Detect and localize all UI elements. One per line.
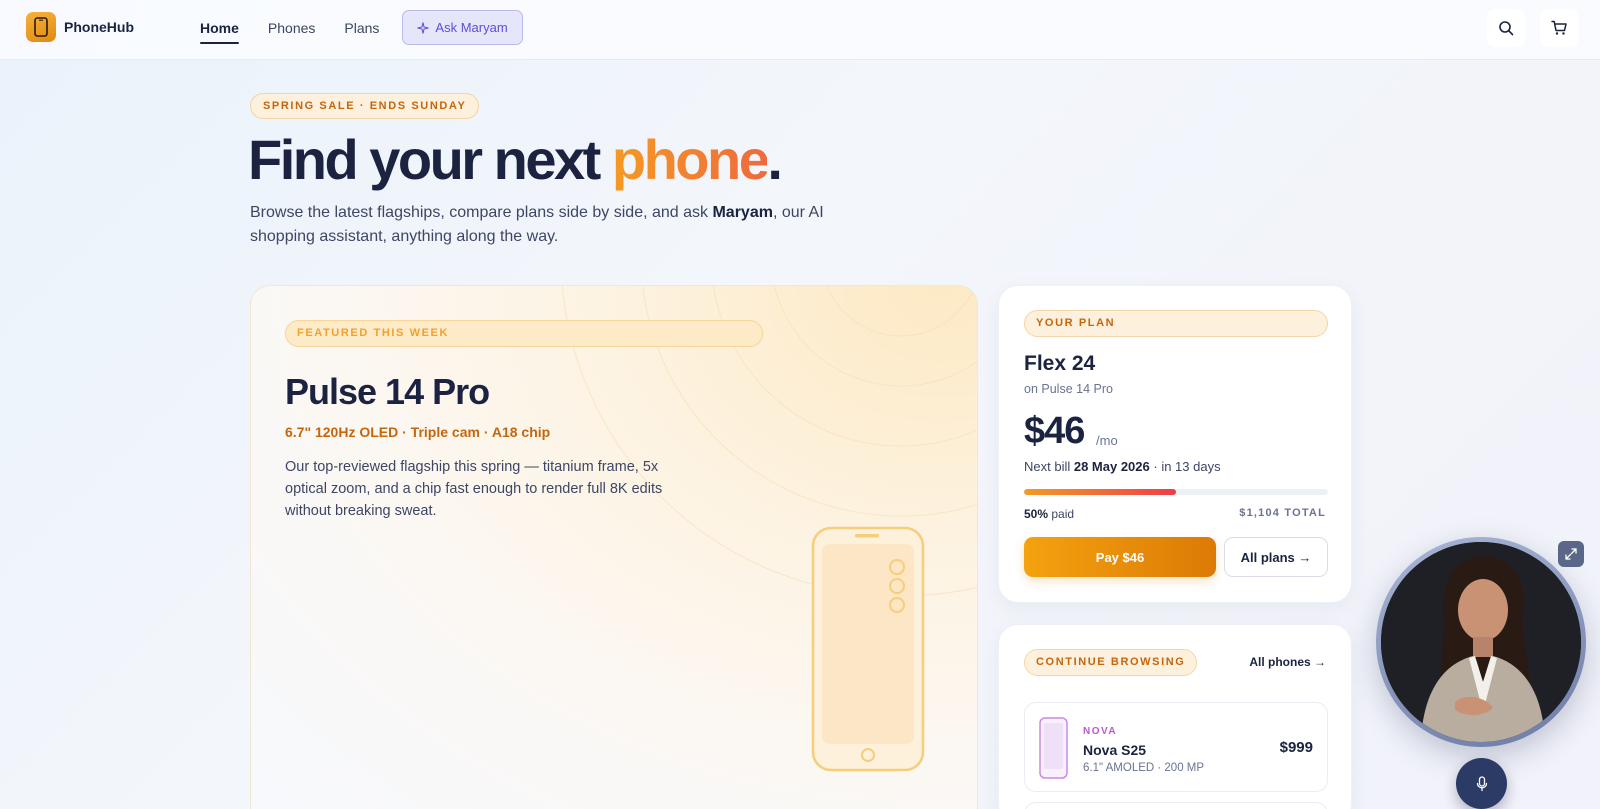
list-item[interactable]	[1024, 802, 1328, 809]
sparkle-icon	[417, 21, 430, 34]
all-plans-button[interactable]: All plans →	[1224, 537, 1328, 577]
row-phone-specs: 6.1" AMOLED · 200 MP	[1083, 762, 1205, 774]
phone-logo-icon	[26, 12, 56, 42]
hero-title: Find your next phone.	[248, 127, 783, 192]
hero-subtitle: Browse the latest flagships, compare pla…	[250, 201, 860, 249]
row-phone-name: Nova S25	[1083, 742, 1147, 758]
ask-maryam-label: Ask Maryam	[435, 20, 508, 35]
continue-browsing-badge: CONTINUE BROWSING	[1024, 649, 1198, 676]
avatar-illustration	[1381, 542, 1581, 742]
cart-icon	[1550, 20, 1567, 35]
top-navigation-bar: PhoneHub Home Phones Plans Ask Maryam	[0, 0, 1600, 60]
expand-avatar-button[interactable]	[1558, 541, 1584, 567]
next-bill-info: Next bill 28 May 2026 · in 13 days	[1024, 459, 1221, 474]
nav-item-phones[interactable]: Phones	[268, 12, 315, 44]
paid-label: 50% paid	[1024, 507, 1074, 521]
hero-title-accent: phone	[611, 128, 770, 191]
assistant-avatar[interactable]	[1376, 537, 1586, 747]
featured-phone-card[interactable]: FEATURED THIS WEEK Pulse 14 Pro 6.7" 120…	[250, 285, 978, 809]
all-phones-link[interactable]: All phones →	[1249, 655, 1326, 669]
avatar-portrait	[1381, 542, 1581, 742]
plan-name: Flex 24	[1024, 352, 1096, 375]
microphone-button[interactable]	[1456, 758, 1507, 809]
list-item[interactable]: NOVA Nova S25 6.1" AMOLED · 200 MP $999	[1024, 702, 1328, 792]
plan-price: $46	[1024, 410, 1085, 452]
nav-item-home[interactable]: Home	[200, 12, 239, 44]
expand-icon	[1565, 548, 1577, 560]
next-bill-date: 28 May 2026	[1073, 459, 1150, 474]
search-icon	[1499, 21, 1514, 36]
next-bill-prefix: Next bill	[1024, 459, 1074, 474]
plan-price-period: /mo	[1096, 433, 1118, 448]
assistant-name: Maryam	[712, 204, 773, 221]
microphone-icon	[1476, 775, 1487, 791]
nav-item-plans[interactable]: Plans	[344, 12, 379, 44]
ask-maryam-button[interactable]: Ask Maryam	[402, 10, 523, 45]
row-phone-price: $999	[1279, 739, 1313, 756]
row-brand: NOVA	[1083, 726, 1118, 737]
continue-browsing-card: CONTINUE BROWSING All phones → NOVA Nova…	[998, 624, 1352, 809]
pay-button[interactable]: Pay $46	[1024, 537, 1216, 577]
featured-phone-description: Our top-reviewed flagship this spring — …	[285, 459, 663, 519]
payment-progress-bar	[1024, 489, 1328, 495]
brand-name: PhoneHub	[64, 19, 134, 35]
brand-logo[interactable]: PhoneHub	[26, 12, 134, 42]
plan-total: $1,104 TOTAL	[1239, 507, 1326, 519]
plan-badge: YOUR PLAN	[1024, 310, 1328, 337]
paid-percent: 50%	[1024, 507, 1049, 521]
search-button[interactable]	[1487, 9, 1525, 47]
hero-title-end: .	[767, 128, 783, 191]
featured-phone-specs: 6.7" 120Hz OLED · Triple cam · A18 chip	[285, 424, 551, 440]
plan-phone: on Pulse 14 Pro	[1024, 382, 1113, 396]
your-plan-card: YOUR PLAN Flex 24 on Pulse 14 Pro $46 /m…	[998, 285, 1352, 603]
payment-progress-fill	[1024, 489, 1176, 495]
featured-badge: FEATURED THIS WEEK	[285, 320, 763, 347]
main-nav: Home Phones Plans Ask Maryam	[200, 10, 523, 45]
hero-title-main: Find your next	[248, 128, 612, 191]
phone-illustration	[811, 526, 925, 772]
cart-button[interactable]	[1540, 9, 1578, 47]
sale-badge: SPRING SALE · ENDS SUNDAY	[250, 93, 480, 119]
hero-subtitle-before: Browse the latest flagships, compare pla…	[250, 204, 713, 221]
paid-word: paid	[1048, 507, 1075, 521]
next-bill-suffix: · in 13 days	[1149, 459, 1221, 474]
featured-phone-name: Pulse 14 Pro	[285, 371, 490, 412]
phone-thumbnail-icon	[1039, 717, 1068, 779]
